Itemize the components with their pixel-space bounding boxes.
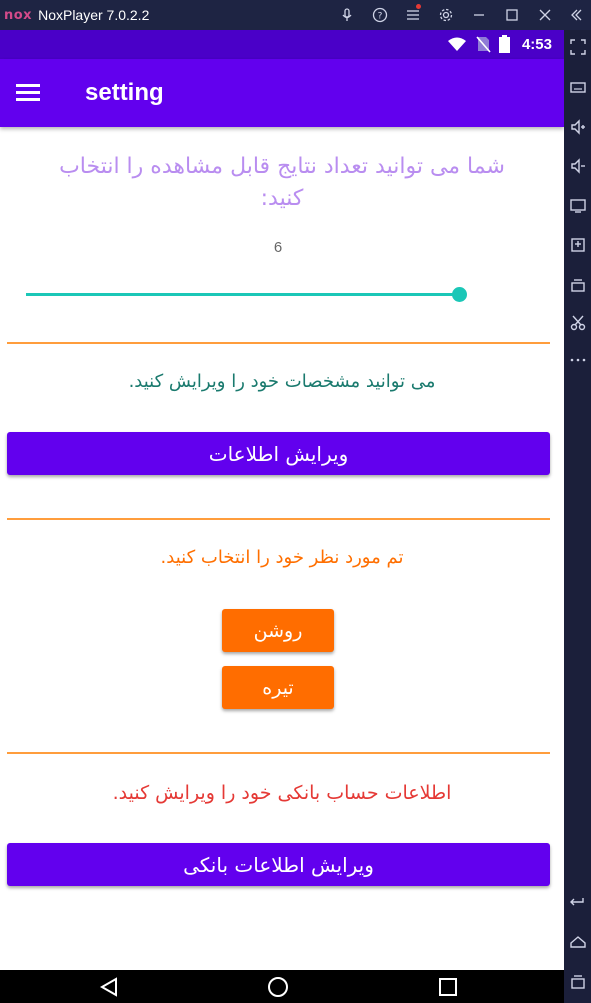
svg-text:?: ? [377, 12, 382, 22]
profile-prompt: می توانید مشخصات خود را ویرایش کنید. [128, 371, 436, 392]
collapse-icon[interactable] [561, 0, 591, 30]
status-bar: 4:53 [0, 30, 564, 59]
add-apk-icon[interactable] [566, 233, 589, 256]
page-title: setting [85, 79, 164, 106]
android-screen: 4:53 setting شما می توانید تعداد نتایج ق… [0, 30, 564, 970]
theme-prompt: تم مورد نظر خود را انتخاب کنید. [160, 547, 404, 568]
edit-bank-button[interactable]: ویرایش اطلاعات بانکی [7, 843, 550, 886]
divider [7, 342, 550, 344]
more-icon[interactable] [566, 348, 589, 371]
results-count-prompt: شما می توانید تعداد نتایج قابل مشاهده را… [59, 154, 505, 211]
wifi-icon [447, 36, 467, 56]
back-icon[interactable] [95, 973, 123, 1001]
emulator-title-bar: nox NoxPlayer 7.0.2.2 ? [0, 0, 591, 30]
battery-icon [499, 35, 510, 57]
home-side-icon[interactable] [566, 930, 589, 953]
results-slider-thumb[interactable] [452, 287, 467, 302]
app-bar: setting [0, 59, 564, 127]
keyboard-icon[interactable] [566, 75, 589, 98]
settings-icon[interactable] [429, 0, 462, 30]
maximize-icon[interactable] [495, 0, 528, 30]
close-icon[interactable] [528, 0, 561, 30]
nox-logo: nox [4, 7, 33, 23]
clock: 4:53 [521, 36, 552, 53]
back-side-icon[interactable] [566, 890, 589, 913]
light-theme-button[interactable]: روشن [222, 609, 334, 652]
slider-value: 6 [273, 239, 283, 256]
bank-prompt: اطلاعات حساب بانکی خود را ویرایش کنید. [112, 782, 452, 804]
help-icon[interactable]: ? [363, 0, 396, 30]
android-nav-bar [0, 970, 564, 1003]
volume-up-icon[interactable] [566, 115, 589, 138]
no-sim-icon [475, 35, 491, 57]
emulator-sidebar [564, 30, 591, 1003]
edit-profile-button[interactable]: ویرایش اطلاعات [7, 432, 550, 475]
divider [7, 518, 550, 520]
mic-icon[interactable] [330, 0, 363, 30]
hamburger-icon[interactable] [16, 81, 42, 103]
minimize-icon[interactable] [462, 0, 495, 30]
home-icon[interactable] [264, 973, 292, 1001]
volume-down-icon[interactable] [566, 154, 589, 177]
fullscreen-icon[interactable] [566, 35, 589, 58]
recents-side-icon[interactable] [566, 970, 589, 993]
window-title: NoxPlayer 7.0.2.2 [38, 7, 150, 23]
screen-icon[interactable] [566, 194, 589, 217]
results-slider-track[interactable] [26, 293, 459, 296]
divider [7, 752, 550, 754]
menu-icon[interactable] [396, 0, 429, 30]
multi-instance-icon[interactable] [566, 273, 589, 296]
dark-theme-button[interactable]: تیره [222, 666, 334, 709]
notification-dot [416, 4, 421, 9]
recents-icon[interactable] [434, 973, 462, 1001]
scissors-icon[interactable] [566, 311, 589, 334]
